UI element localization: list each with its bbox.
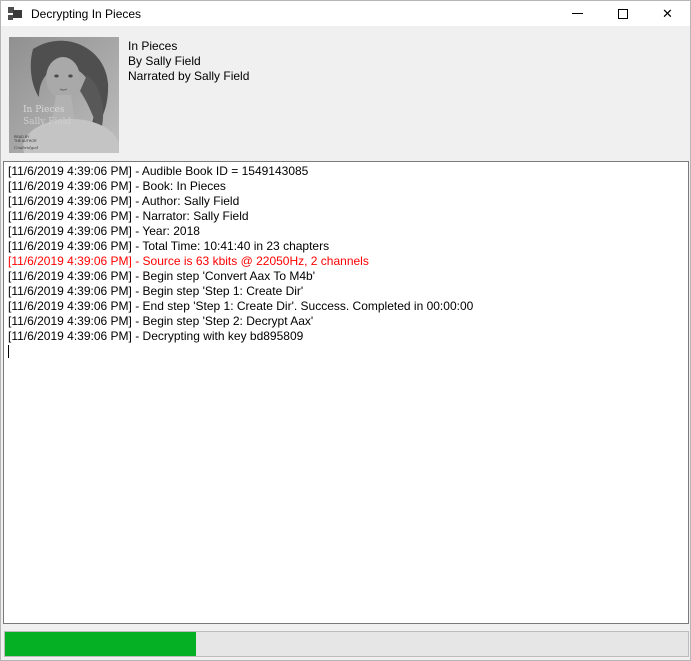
log-textbox[interactable]: [11/6/2019 4:39:06 PM] - Audible Book ID… (3, 161, 689, 624)
log-line: [11/6/2019 4:39:06 PM] - Book: In Pieces (8, 179, 684, 194)
log-line: [11/6/2019 4:39:06 PM] - Decrypting with… (8, 329, 684, 344)
book-cover-art: In Pieces Sally Field READ BY THE AUTHOR… (9, 37, 119, 153)
log-line: [11/6/2019 4:39:06 PM] - Begin step 'Ste… (8, 284, 684, 299)
log-line: [11/6/2019 4:39:06 PM] - End step 'Step … (8, 299, 684, 314)
window-controls: ✕ (555, 1, 690, 26)
app-icon (8, 6, 23, 21)
cover-badge-line2: THE AUTHOR (14, 139, 37, 143)
log-line: [11/6/2019 4:39:06 PM] - Year: 2018 (8, 224, 684, 239)
log-line: [11/6/2019 4:39:06 PM] - Narrator: Sally… (8, 209, 684, 224)
progress-fill (5, 632, 196, 656)
app-window: Decrypting In Pieces ✕ (0, 0, 691, 661)
progress-bar (4, 631, 689, 657)
maximize-button[interactable] (600, 1, 645, 26)
window-title: Decrypting In Pieces (31, 7, 555, 21)
cover-title-text: In Pieces (23, 105, 65, 115)
book-cover-image: In Pieces Sally Field READ BY THE AUTHOR… (9, 37, 119, 153)
log-line: [11/6/2019 4:39:06 PM] - Source is 63 kb… (8, 254, 684, 269)
close-button[interactable]: ✕ (645, 1, 690, 26)
book-title: In Pieces (128, 39, 249, 54)
minimize-button[interactable] (555, 1, 600, 26)
log-line: [11/6/2019 4:39:06 PM] - Author: Sally F… (8, 194, 684, 209)
log-lines: [11/6/2019 4:39:06 PM] - Audible Book ID… (8, 164, 684, 344)
log-line: [11/6/2019 4:39:06 PM] - Total Time: 10:… (8, 239, 684, 254)
cover-badge-line3: Unabridged (14, 145, 39, 150)
maximize-icon (618, 9, 628, 19)
minimize-icon (572, 13, 583, 14)
title-bar[interactable]: Decrypting In Pieces ✕ (1, 1, 690, 26)
book-author: By Sally Field (128, 54, 249, 69)
cover-author-text: Sally Field (23, 117, 72, 127)
book-narrator: Narrated by Sally Field (128, 69, 249, 84)
log-line: [11/6/2019 4:39:06 PM] - Audible Book ID… (8, 164, 684, 179)
text-caret (8, 345, 9, 358)
header-panel: In Pieces Sally Field READ BY THE AUTHOR… (1, 26, 691, 161)
log-line: [11/6/2019 4:39:06 PM] - Begin step 'Con… (8, 269, 684, 284)
log-line: [11/6/2019 4:39:06 PM] - Begin step 'Ste… (8, 314, 684, 329)
book-info: In Pieces By Sally Field Narrated by Sal… (128, 39, 249, 84)
